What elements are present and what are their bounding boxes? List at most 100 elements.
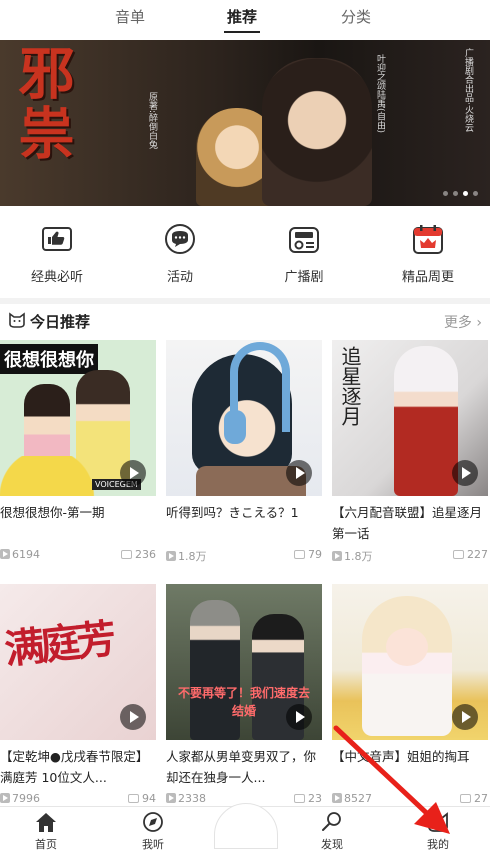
- nav-label: 我听: [142, 838, 164, 851]
- nav-listen[interactable]: 我听: [123, 811, 183, 852]
- recommend-card[interactable]: 追星逐月 【六月配音联盟】追星逐月 第一话 1.8万 227: [332, 340, 488, 564]
- cover-figure: [362, 596, 452, 736]
- recommend-card[interactable]: 【中文音声】姐姐的掏耳 8527 27: [332, 584, 488, 808]
- comment-count: 27: [460, 792, 488, 805]
- nav-mine[interactable]: 我的: [408, 811, 468, 852]
- recommend-card[interactable]: 很想很想你 VOICEGEM 很想很想你-第一期 6194 236: [0, 340, 156, 564]
- top-tabs: 音单 推荐 分类: [0, 0, 490, 40]
- quick-link-radio-drama[interactable]: 广播剧: [259, 222, 349, 285]
- more-label: 更多: [443, 315, 472, 331]
- cover-figure-face: [386, 628, 428, 666]
- comment-count: 23: [294, 792, 322, 805]
- nav-discover[interactable]: 发现: [302, 811, 362, 852]
- play-count-value: 8527: [344, 792, 372, 805]
- recommend-card[interactable]: 满庭芳 【定乾坤●戊戌春节限定】满庭芳 10位文人... 7996 94: [0, 584, 156, 808]
- quick-link-label: 广播剧: [284, 270, 324, 285]
- play-icon[interactable]: [286, 460, 312, 486]
- tab-tuijian[interactable]: 推荐: [224, 6, 260, 27]
- play-icon[interactable]: [120, 704, 146, 730]
- card-title: 【中文音声】姐姐的掏耳: [332, 749, 470, 764]
- comment-count: 236: [121, 548, 156, 561]
- quick-link-label: 活动: [166, 270, 193, 285]
- play-icon[interactable]: [286, 704, 312, 730]
- radio-icon: [289, 227, 319, 253]
- center-mascot-button[interactable]: [214, 803, 278, 849]
- play-count-value: 6194: [12, 548, 40, 561]
- cat-profile-icon: [428, 812, 448, 832]
- nav-label: 首页: [35, 838, 57, 851]
- calendar-crown-icon: [413, 225, 443, 254]
- play-icon[interactable]: [452, 704, 478, 730]
- play-count-value: 1.8万: [178, 550, 207, 563]
- play-count-icon: [0, 549, 10, 559]
- comment-icon: [460, 794, 471, 803]
- comment-count-value: 94: [142, 792, 156, 805]
- headphone-cup: [224, 410, 246, 444]
- card-cover: 不要再等了！我们速度去结婚: [166, 584, 322, 740]
- play-count: 8527: [332, 792, 372, 805]
- cover-title-text: 很想很想你: [0, 344, 98, 374]
- comment-count: 94: [128, 792, 156, 805]
- carousel-dot[interactable]: [473, 191, 478, 196]
- tab-fenlei[interactable]: 分类: [338, 6, 374, 27]
- chevron-right-icon: ›: [476, 315, 482, 331]
- comment-count: 227: [453, 548, 488, 561]
- section-title: 今日推荐: [30, 313, 91, 331]
- nav-label: 我的: [427, 838, 449, 851]
- play-count: 1.8万: [332, 548, 373, 564]
- tab-yindan[interactable]: 音单: [112, 6, 148, 27]
- more-link[interactable]: 更多 ›: [444, 312, 482, 332]
- card-title: 很想很想你-第一期: [0, 505, 105, 520]
- card-meta: 6194 236: [0, 548, 156, 564]
- card-title: 听得到吗？きこえる？1: [166, 505, 299, 520]
- play-count-value: 1.8万: [344, 550, 373, 563]
- recommend-card[interactable]: 听得到吗？きこえる？1 1.8万 79: [166, 340, 322, 564]
- play-count-icon: [332, 793, 342, 803]
- play-count-value: 2338: [178, 792, 206, 805]
- active-tab-indicator: [224, 31, 260, 33]
- compass-icon: [143, 812, 163, 832]
- card-title: 【六月配音联盟】追星逐月 第一话: [332, 505, 483, 541]
- banner-carousel[interactable]: 邪祟 原著:醉倒白兔 叶迎之颂陆禹(自由) 广播剧合出品·火烧云: [0, 40, 490, 206]
- banner-credit-text: 原著:醉倒白兔: [147, 92, 157, 150]
- banner-producer-text: 广播剧合出品·火烧云: [463, 48, 473, 132]
- banner-cast-text: 叶迎之颂陆禹(自由): [375, 54, 385, 134]
- carousel-dot-active[interactable]: [463, 191, 468, 196]
- cat-face-icon: [9, 312, 25, 328]
- comment-icon: [294, 550, 305, 559]
- search-icon: [322, 812, 341, 831]
- quick-link-activity[interactable]: 活动: [135, 222, 225, 285]
- play-count-icon: [166, 551, 176, 561]
- comment-count-value: 236: [135, 548, 156, 561]
- recommend-card[interactable]: 不要再等了！我们速度去结婚 人家都从男单变男双了，你却还在独身一人... 233…: [166, 584, 322, 808]
- play-icon[interactable]: [120, 460, 146, 486]
- carousel-dot[interactable]: [453, 191, 458, 196]
- comment-count-value: 227: [467, 548, 488, 561]
- cover-title-text: 满庭芳: [2, 615, 115, 674]
- comment-icon: [121, 550, 132, 559]
- play-count: 6194: [0, 548, 40, 561]
- card-cover: 很想很想你 VOICEGEM: [0, 340, 156, 496]
- quick-link-label: 经典必听: [30, 270, 83, 285]
- home-icon: [36, 813, 56, 832]
- cover-title-text: 追星逐月: [338, 346, 362, 426]
- card-cover: 追星逐月: [332, 340, 488, 496]
- card-cover: 满庭芳: [0, 584, 156, 740]
- comment-count-value: 79: [308, 548, 322, 561]
- comment-icon: [453, 550, 464, 559]
- comment-icon: [128, 794, 139, 803]
- nav-home[interactable]: 首页: [16, 811, 76, 852]
- quick-link-label: 精品周更: [401, 270, 454, 285]
- play-count-icon: [0, 793, 10, 803]
- carousel-dots: [443, 191, 478, 196]
- quick-links: 经典必听 活动 广播剧 精品周更: [0, 222, 490, 294]
- play-icon[interactable]: [452, 460, 478, 486]
- quick-link-classic[interactable]: 经典必听: [12, 222, 102, 285]
- card-meta: 1.8万 227: [332, 548, 488, 564]
- quick-link-weekly[interactable]: 精品周更: [383, 222, 473, 285]
- carousel-dot[interactable]: [443, 191, 448, 196]
- comment-icon: [294, 794, 305, 803]
- play-count-icon: [332, 551, 342, 561]
- play-count-icon: [166, 793, 176, 803]
- bottom-navbar: 首页 我听 发现 我的: [0, 803, 490, 854]
